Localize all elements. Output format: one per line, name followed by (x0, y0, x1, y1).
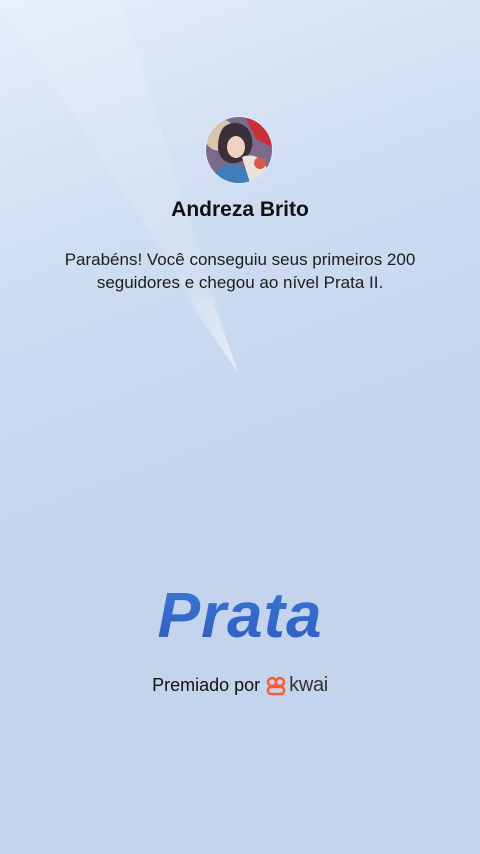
brand-name: kwai (289, 674, 328, 696)
avatar[interactable] (206, 117, 272, 183)
congratulations-message: Parabéns! Você conseguiu seus primeiros … (64, 250, 416, 292)
award-label: Premiado por (152, 675, 261, 695)
level-title: Prata (0, 578, 480, 652)
kwai-brand[interactable]: kwai (266, 674, 328, 697)
user-name: Andreza Brito (171, 198, 309, 221)
kwai-logo-icon (266, 676, 286, 695)
award-line: Premiado por kwai (0, 674, 480, 697)
avatar-illustration-icon (206, 117, 272, 183)
